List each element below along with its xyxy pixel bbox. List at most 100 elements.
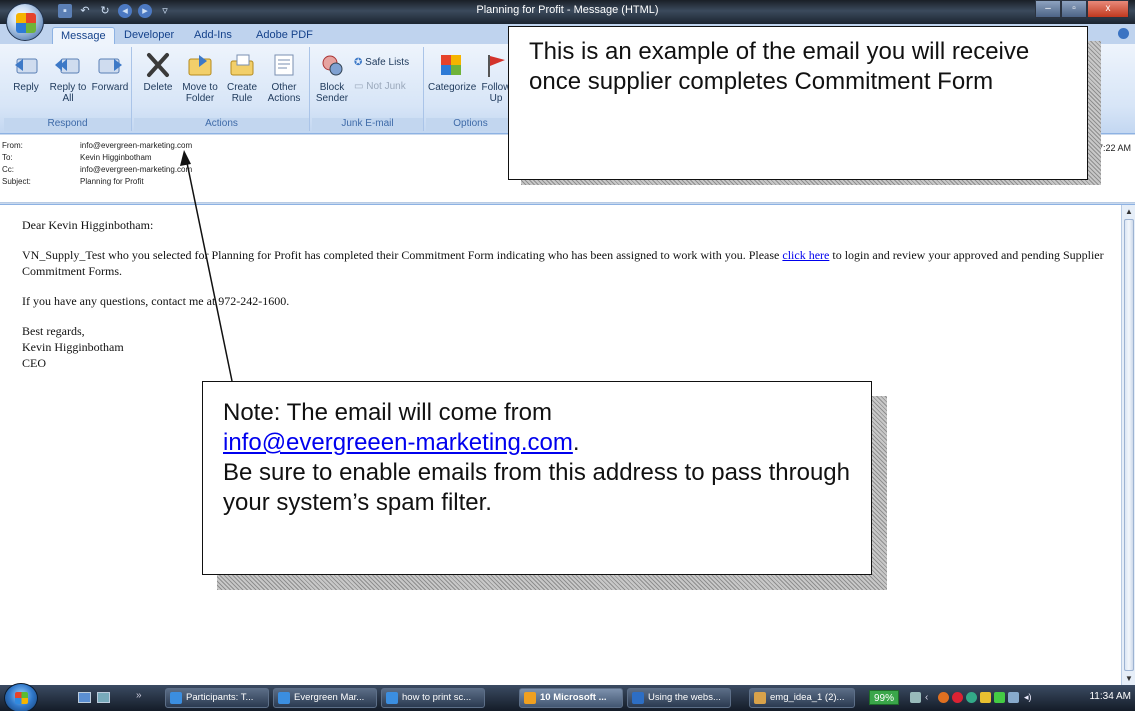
note-email-link[interactable]: info@evergreeen-marketing.com [223, 429, 573, 456]
vertical-scrollbar[interactable]: ▲ ▼ [1121, 205, 1135, 686]
other-actions-label: Other Actions [267, 82, 301, 104]
click-here-link[interactable]: click here [782, 248, 829, 262]
taskbar-item-label: Participants: T... [186, 692, 254, 703]
taskbar-item-using-the-webs[interactable]: Using the webs... [627, 688, 731, 708]
safe-lists-icon: ✪ [354, 57, 363, 68]
forward-label: Forward [91, 82, 129, 93]
tray-app-icon[interactable] [938, 692, 949, 703]
taskbar-item-label: 10 Microsoft ... [540, 692, 607, 703]
scroll-thumb[interactable] [1124, 219, 1134, 671]
forward-button[interactable]: Forward [90, 51, 130, 93]
not-junk-button[interactable]: ▭ Not Junk [354, 81, 406, 92]
actions-group: Delete Move to Folder Create Rule Other … [134, 47, 310, 131]
from-label: From: [2, 141, 23, 150]
top-callout: This is an example of the email you will… [508, 26, 1088, 180]
display-icon[interactable] [1008, 692, 1019, 703]
create-rule-button[interactable]: Create Rule [222, 51, 262, 104]
options-group: Categorize Follow Up Options [426, 47, 516, 131]
follow-up-label: Follow Up [481, 82, 511, 104]
windows-logo-icon [15, 692, 28, 704]
block-sender-icon [322, 55, 343, 76]
other-actions-icon [274, 54, 294, 76]
cc-value[interactable]: info@evergreen-marketing.com [80, 165, 192, 174]
reply-label: Reply [13, 82, 39, 93]
reply-button[interactable]: Reply [6, 51, 46, 93]
note-suffix: . [572, 429, 580, 456]
subject-label: Subject: [2, 177, 31, 186]
tab-message[interactable]: Message [52, 27, 115, 44]
delete-icon [147, 53, 169, 77]
junk-email-group: Block Sender ✪ Safe Lists ▭ Not Junk Jun… [312, 47, 424, 131]
from-value[interactable]: info@evergreen-marketing.com [80, 141, 192, 150]
taskbar: » Participants: T... Evergreen Mar... ho… [0, 683, 1135, 711]
greeting: Dear Kevin Higginbotham: [22, 218, 154, 232]
office-logo-icon [16, 13, 36, 33]
more-quicklaunch-icon[interactable]: » [136, 690, 142, 701]
start-button[interactable] [4, 683, 38, 711]
create-rule-label: Create Rule [226, 82, 257, 104]
reply-icon [15, 58, 38, 74]
respond-group-label: Respond [4, 118, 131, 131]
signature-name: Kevin Higginbotham [22, 340, 124, 354]
minimize-button[interactable]: – [1035, 0, 1061, 18]
note-body: Be sure to enable emails from this addre… [223, 459, 850, 516]
taskbar-item-label: Using the webs... [648, 692, 721, 703]
ie-icon [386, 692, 398, 704]
not-junk-icon: ▭ [354, 81, 364, 92]
antivirus-icon[interactable] [952, 692, 963, 703]
categorize-button[interactable]: Categorize [428, 51, 477, 93]
help-icon[interactable] [1118, 28, 1129, 39]
to-value[interactable]: Kevin Higginbotham [80, 153, 152, 162]
tray-expand-icon[interactable]: ‹ [925, 692, 936, 703]
close-button[interactable]: x [1087, 0, 1129, 18]
respond-group: Reply Reply to All Forward Respond [4, 47, 132, 131]
show-desktop-icon[interactable] [78, 692, 91, 703]
reply-all-label: Reply to All [49, 82, 87, 104]
outlook-icon [524, 692, 536, 704]
scroll-up-icon[interactable]: ▲ [1124, 207, 1134, 217]
security-icon[interactable] [980, 692, 991, 703]
forward-icon [98, 58, 122, 74]
cc-label: Cc: [2, 165, 14, 174]
reply-all-button[interactable]: Reply to All [48, 51, 88, 104]
network-icon[interactable] [910, 692, 921, 703]
flag-icon [488, 55, 505, 77]
office-button[interactable] [6, 3, 44, 41]
note-prefix: Note: The email will come from [223, 399, 552, 426]
scroll-down-icon[interactable]: ▼ [1124, 674, 1134, 684]
tab-adobe-pdf[interactable]: Adobe PDF [248, 27, 321, 44]
signature-title: CEO [22, 356, 46, 370]
ie-icon [170, 692, 182, 704]
clock[interactable]: 11:34 AM [1089, 691, 1131, 702]
window-title: Planning for Profit - Message (HTML) [476, 4, 659, 16]
tab-developer[interactable]: Developer [116, 27, 182, 44]
window-controls: – ▫ x [1035, 0, 1129, 18]
taskbar-item-evergreen[interactable]: Evergreen Mar... [273, 688, 377, 708]
taskbar-item-microsoft-group[interactable]: 10 Microsoft ... [519, 688, 623, 708]
volume-icon[interactable]: ◂) [1024, 692, 1035, 703]
taskbar-item-emg-idea[interactable]: emg_idea_1 (2)... [749, 688, 855, 708]
switch-windows-icon[interactable] [97, 692, 110, 703]
maximize-button[interactable]: ▫ [1061, 0, 1087, 18]
options-group-label: Options [426, 118, 515, 131]
taskbar-item-how-to-print[interactable]: how to print sc... [381, 688, 485, 708]
categorize-label: Categorize [428, 82, 477, 93]
block-sender-label: Block Sender [315, 82, 349, 104]
junk-email-group-label: Junk E-mail [312, 118, 423, 131]
to-label: To: [2, 153, 13, 162]
safe-lists-button[interactable]: ✪ Safe Lists [354, 57, 409, 68]
status-icon[interactable] [966, 692, 977, 703]
note-callout: Note: The email will come from info@ever… [202, 381, 872, 575]
body-paragraph-1: VN_Supply_Test who you selected for Plan… [22, 247, 1107, 279]
block-sender-button[interactable]: Block Sender [312, 51, 352, 104]
battery-indicator[interactable]: 99% [869, 690, 899, 705]
tab-add-ins[interactable]: Add-Ins [186, 27, 240, 44]
move-to-folder-button[interactable]: Move to Folder [180, 51, 220, 104]
taskbar-item-participants[interactable]: Participants: T... [165, 688, 269, 708]
categorize-icon [441, 55, 461, 75]
word-icon [632, 692, 644, 704]
other-actions-button[interactable]: Other Actions [264, 51, 304, 104]
taskbar-item-label: how to print sc... [402, 692, 472, 703]
delete-button[interactable]: Delete [138, 51, 178, 93]
signal-icon[interactable] [994, 692, 1005, 703]
